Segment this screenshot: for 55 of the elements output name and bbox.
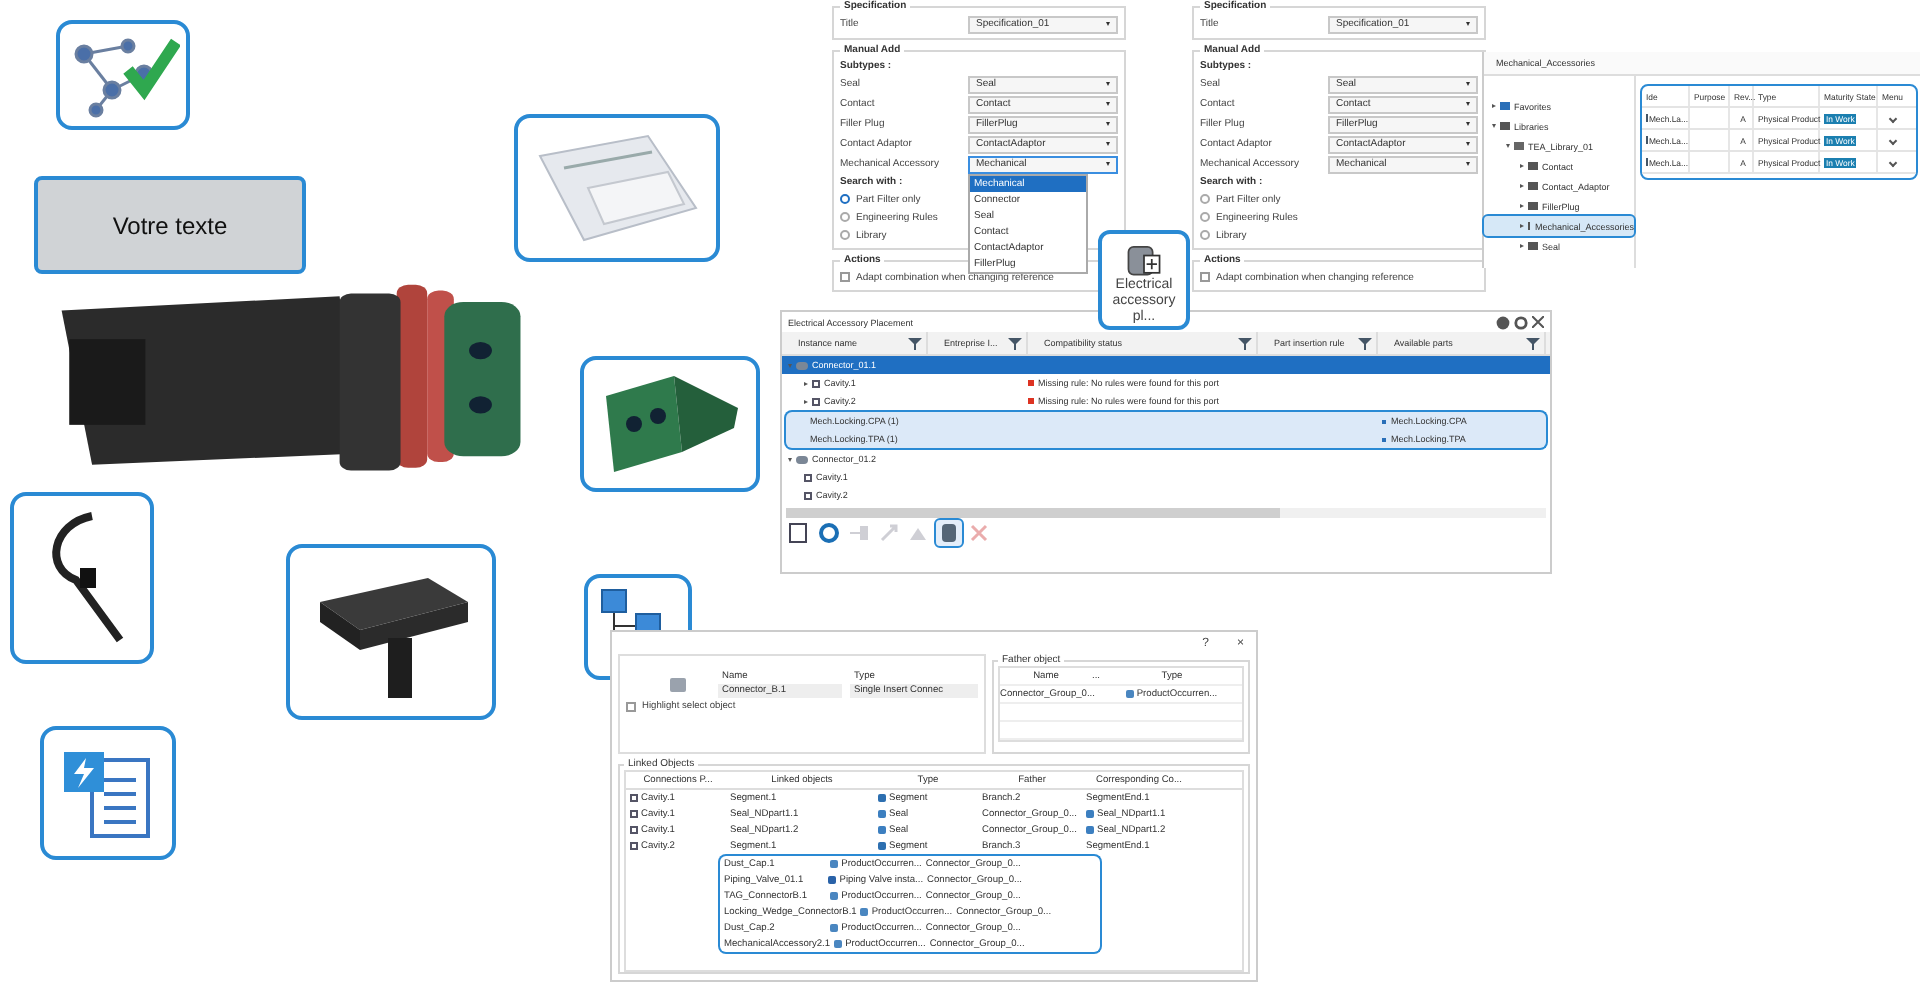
connector-icon <box>938 522 960 544</box>
checkbox[interactable] <box>840 272 850 282</box>
cavity-icon <box>812 379 820 387</box>
filter-icon[interactable] <box>1008 337 1022 349</box>
error-icon <box>1028 398 1034 404</box>
link-icon <box>1382 437 1387 441</box>
filter-icon[interactable] <box>1358 337 1372 349</box>
filter-icon[interactable] <box>1238 337 1252 349</box>
cavity-icon <box>804 491 812 499</box>
type-icon <box>860 908 869 916</box>
caret-icon <box>1106 122 1110 126</box>
connector-icon <box>796 361 808 369</box>
help-icon[interactable] <box>1496 315 1510 329</box>
checkbox[interactable] <box>1200 272 1210 282</box>
filter-icon[interactable] <box>908 337 922 349</box>
toolbar-button[interactable] <box>786 520 812 546</box>
radio-button[interactable] <box>1200 194 1210 204</box>
caret-icon <box>1106 162 1110 166</box>
arrow-icon <box>878 522 900 544</box>
caret-icon <box>1106 102 1110 106</box>
cavity-icon <box>812 397 820 405</box>
close-icon[interactable] <box>1532 316 1544 328</box>
document-icon <box>788 522 810 544</box>
scrollbar[interactable] <box>786 508 1546 518</box>
radio-button[interactable] <box>1200 212 1210 222</box>
radio-button[interactable] <box>1200 230 1210 240</box>
caret-icon <box>1466 82 1470 86</box>
chevron-icon[interactable] <box>1888 113 1898 123</box>
plug-icon <box>848 522 870 544</box>
connector-icon <box>796 455 808 463</box>
filter-icon[interactable] <box>1526 337 1540 349</box>
caret-icon <box>1466 102 1470 106</box>
caret-icon <box>1106 142 1110 146</box>
gear-icon <box>818 522 840 544</box>
caret-icon <box>1466 162 1470 166</box>
delete-icon <box>968 522 990 544</box>
caret-icon <box>1466 122 1470 126</box>
caret-icon <box>1466 22 1470 26</box>
radio-button[interactable] <box>840 212 850 222</box>
cavity-icon <box>804 473 812 481</box>
chevron-icon[interactable] <box>1888 157 1898 167</box>
plate-text: Votre texte <box>112 211 228 239</box>
chevron-icon[interactable] <box>1888 135 1898 145</box>
checkbox[interactable] <box>626 702 636 712</box>
toolbar-button[interactable] <box>936 520 962 546</box>
caret-icon <box>1106 22 1110 26</box>
caret-icon <box>1106 82 1110 86</box>
radio-button[interactable] <box>840 194 850 204</box>
toolbar-button[interactable] <box>816 520 842 546</box>
radio-button[interactable] <box>840 230 850 240</box>
caret-icon <box>1466 142 1470 146</box>
link-icon <box>1382 419 1387 423</box>
product-icon <box>1126 690 1135 698</box>
error-icon <box>1028 380 1034 386</box>
settings-icon[interactable] <box>1514 315 1528 329</box>
